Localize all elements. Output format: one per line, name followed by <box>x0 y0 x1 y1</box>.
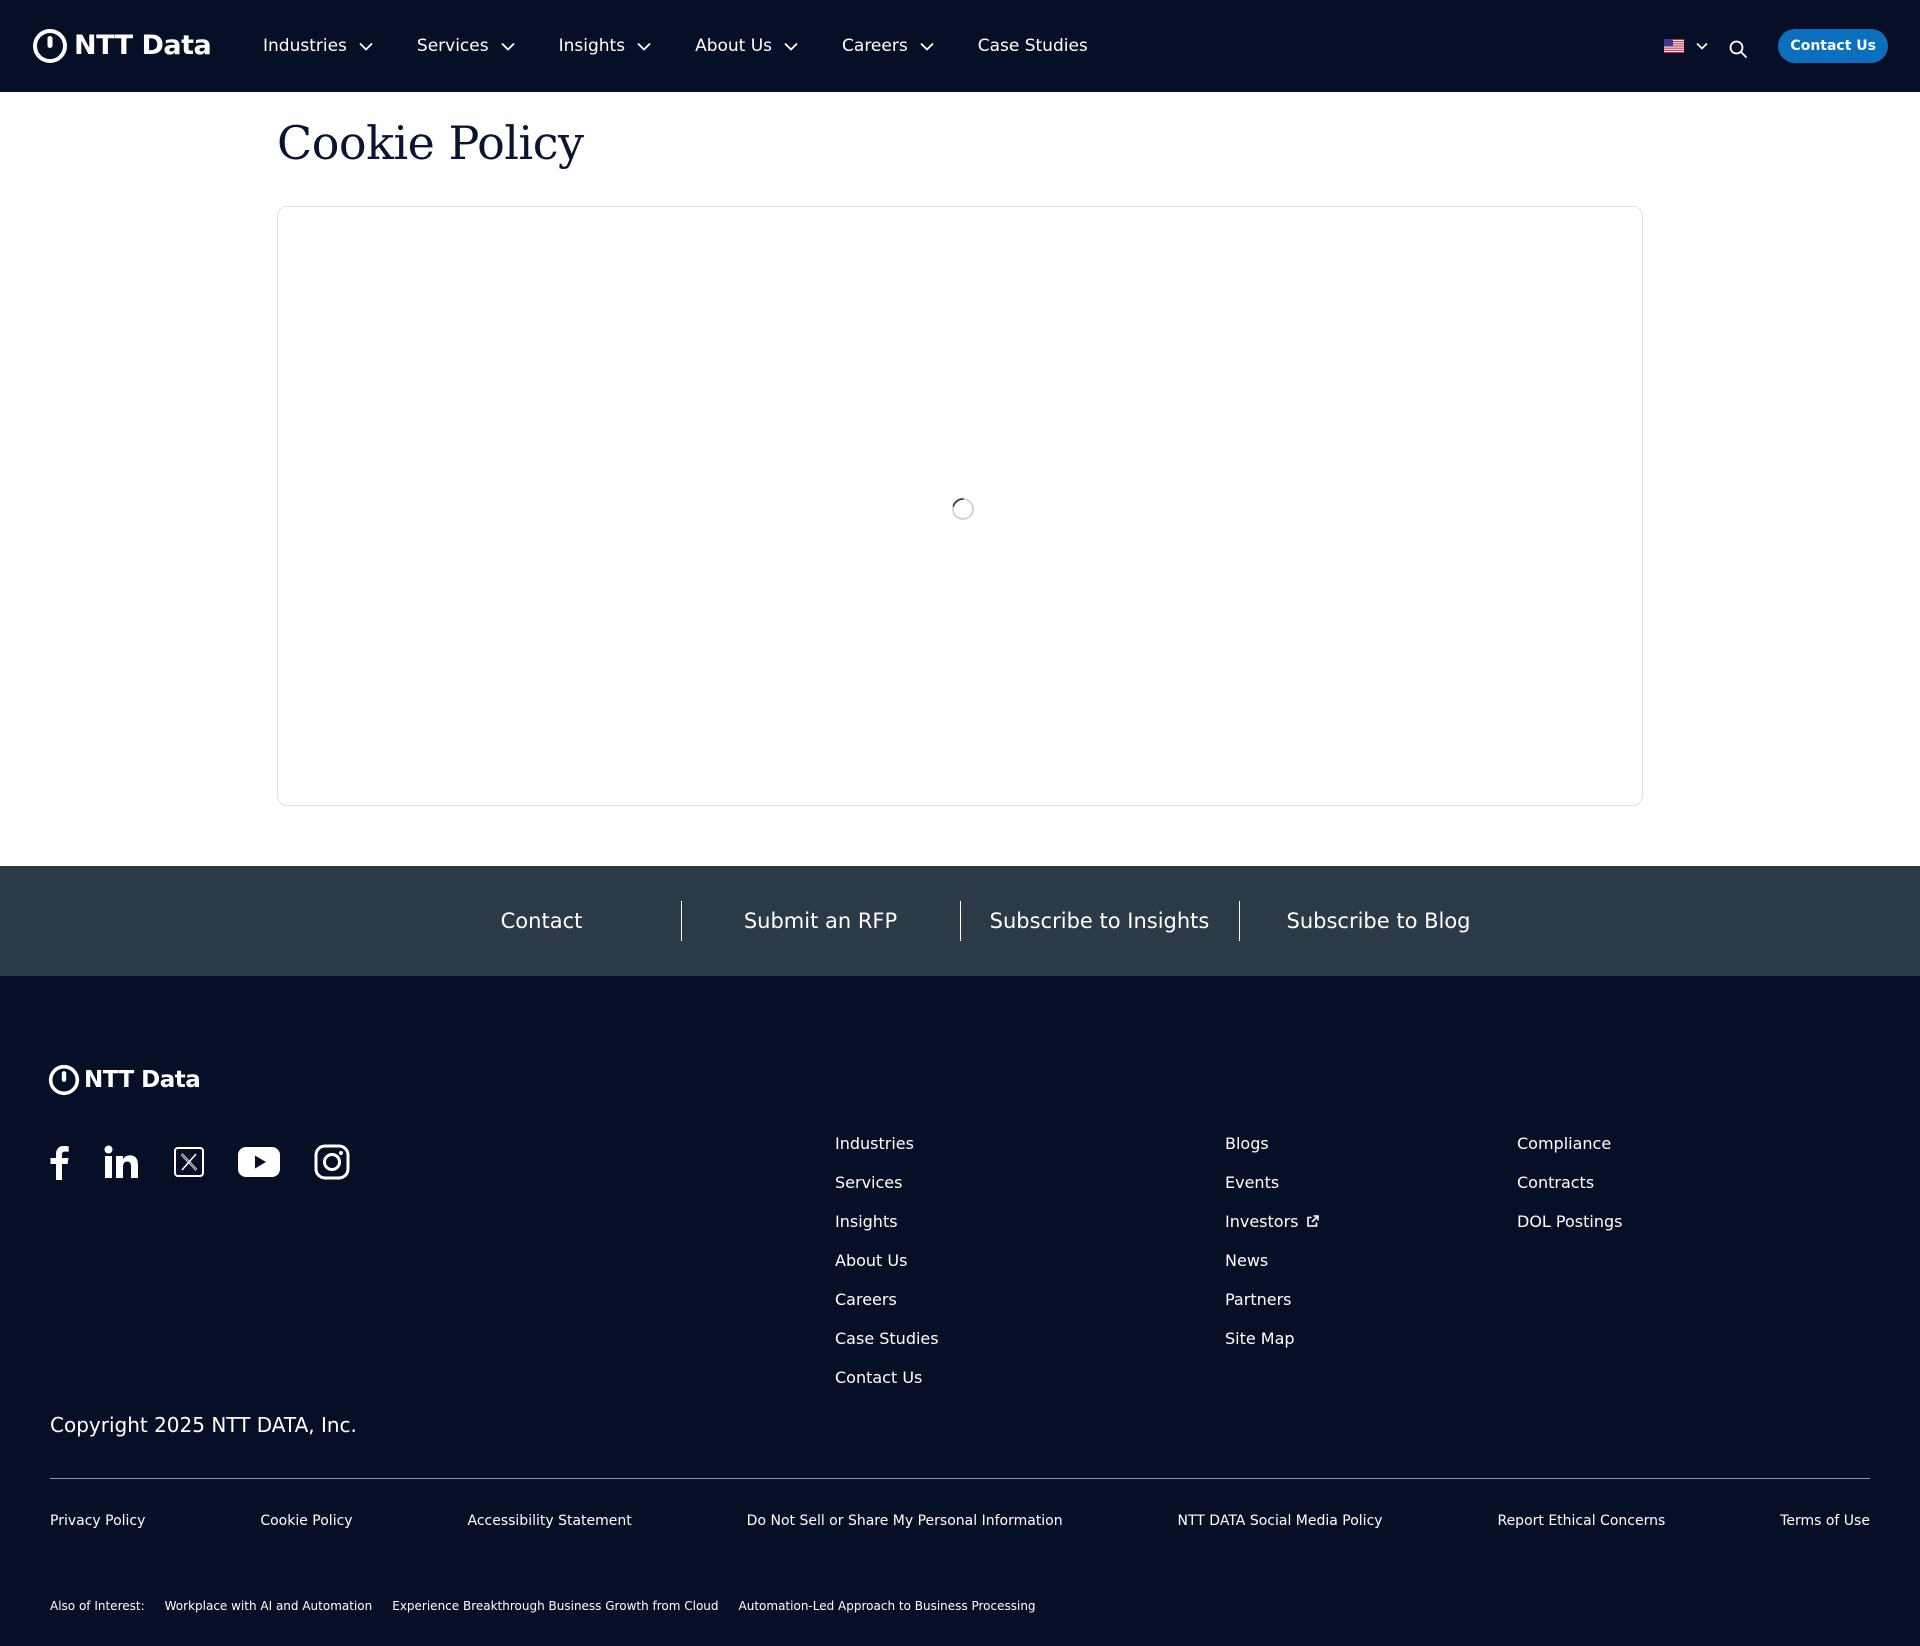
social-links <box>48 1144 384 1180</box>
logo-wordmark: NTT Data <box>84 1067 201 1093</box>
chevron-down-icon <box>637 42 651 51</box>
x-icon[interactable] <box>174 1147 204 1177</box>
linkedin-icon[interactable] <box>104 1145 140 1179</box>
legal-link-privacy-policy[interactable]: Privacy Policy <box>50 1513 145 1529</box>
nav-item-label: Industries <box>263 36 347 56</box>
logo-mark-icon <box>48 1064 80 1096</box>
youtube-icon[interactable] <box>238 1147 280 1177</box>
cookie-policy-embed <box>277 206 1643 806</box>
cta-contact-link[interactable]: Contact <box>403 901 681 941</box>
copyright-text: Copyright 2025 NTT DATA, Inc. <box>50 1413 357 1437</box>
footer-column-resources: Blogs Events Investors News Partners Sit… <box>1225 1124 1320 1358</box>
cta-subscribe-blog-link[interactable]: Subscribe to Blog <box>1240 901 1518 941</box>
nav-item-industries[interactable]: Industries <box>263 36 373 56</box>
nav-item-label: Services <box>416 36 489 56</box>
also-of-interest-label: Also of Interest: <box>50 1599 145 1613</box>
cta-subscribe-insights-link[interactable]: Subscribe to Insights <box>961 901 1239 941</box>
cta-submit-rfp-link[interactable]: Submit an RFP <box>682 901 960 941</box>
site-footer: NTT Data Industries Services Insights Ab… <box>0 976 1920 1646</box>
footer-link-case-studies[interactable]: Case Studies <box>835 1319 939 1358</box>
footer-link-insights[interactable]: Insights <box>835 1202 939 1241</box>
loading-spinner-icon <box>952 498 974 520</box>
nav-item-services[interactable]: Services <box>417 36 515 56</box>
chevron-down-icon <box>500 42 515 51</box>
legal-link-cookie-policy[interactable]: Cookie Policy <box>260 1513 352 1529</box>
footer-link-about-us[interactable]: About Us <box>835 1241 939 1280</box>
chevron-down-icon <box>1696 42 1708 50</box>
interest-link[interactable]: Automation-Led Approach to Business Proc… <box>739 1599 1036 1613</box>
legal-links: Privacy Policy Cookie Policy Accessibili… <box>50 1513 1870 1529</box>
footer-link-industries[interactable]: Industries <box>835 1124 939 1163</box>
footer-link-blogs[interactable]: Blogs <box>1225 1124 1319 1163</box>
legal-link-do-not-sell[interactable]: Do Not Sell or Share My Personal Informa… <box>747 1513 1063 1529</box>
logo-mark-icon <box>33 29 67 63</box>
nav-item-about-us[interactable]: About Us <box>695 36 798 56</box>
footer-link-contracts[interactable]: Contracts <box>1517 1163 1622 1202</box>
facebook-icon[interactable] <box>48 1144 70 1180</box>
nav-item-label: Case Studies <box>977 36 1088 56</box>
nav-item-label: Careers <box>842 36 908 56</box>
chevron-down-icon <box>784 42 798 51</box>
footer-link-dol-postings[interactable]: DOL Postings <box>1517 1202 1622 1241</box>
nav-item-insights[interactable]: Insights <box>559 36 651 56</box>
main-nav: Industries Services Insights About Us Ca… <box>263 0 1132 92</box>
footer-link-services[interactable]: Services <box>835 1163 939 1202</box>
footer-link-partners[interactable]: Partners <box>1225 1280 1319 1319</box>
search-icon[interactable] <box>1728 39 1748 59</box>
header-actions: Contact Us <box>1664 0 1888 92</box>
footer-logo[interactable]: NTT Data <box>48 1064 201 1096</box>
footer-column-compliance: Compliance Contracts DOL Postings <box>1517 1124 1622 1241</box>
also-of-interest: Also of Interest: Workplace with AI and … <box>50 1599 1056 1613</box>
legal-link-report-ethical-concerns[interactable]: Report Ethical Concerns <box>1497 1513 1665 1529</box>
footer-link-investors[interactable]: Investors <box>1225 1202 1320 1241</box>
site-header: NTT Data Industries Services Insights Ab… <box>0 0 1920 92</box>
page-title: Cookie Policy <box>277 116 584 170</box>
logo-wordmark: NTT Data <box>74 30 212 61</box>
footer-link-careers[interactable]: Careers <box>835 1280 939 1319</box>
legal-link-accessibility-statement[interactable]: Accessibility Statement <box>467 1513 631 1529</box>
legal-link-social-media-policy[interactable]: NTT DATA Social Media Policy <box>1178 1513 1383 1529</box>
interest-link[interactable]: Workplace with AI and Automation <box>165 1599 373 1613</box>
footer-link-contact-us[interactable]: Contact Us <box>835 1358 939 1397</box>
footer-link-site-map[interactable]: Site Map <box>1225 1319 1319 1358</box>
footer-link-events[interactable]: Events <box>1225 1163 1319 1202</box>
footer-link-label: Investors <box>1225 1212 1299 1231</box>
region-selector[interactable] <box>1664 39 1708 53</box>
legal-link-terms-of-use[interactable]: Terms of Use <box>1780 1513 1870 1529</box>
footer-column-company: Industries Services Insights About Us Ca… <box>835 1124 939 1397</box>
ntt-data-logo[interactable]: NTT Data <box>32 28 212 64</box>
contact-us-button[interactable]: Contact Us <box>1778 29 1888 63</box>
footer-divider <box>50 1478 1870 1479</box>
nav-item-careers[interactable]: Careers <box>842 36 934 56</box>
us-flag-icon <box>1664 39 1685 53</box>
nav-item-label: Insights <box>558 36 626 56</box>
chevron-down-icon <box>359 42 373 51</box>
cta-band: Contact Submit an RFP Subscribe to Insig… <box>0 866 1920 976</box>
nav-item-label: About Us <box>695 36 773 56</box>
instagram-icon[interactable] <box>314 1144 350 1180</box>
nav-item-case-studies[interactable]: Case Studies <box>978 36 1088 56</box>
external-link-icon <box>1307 1215 1320 1227</box>
chevron-down-icon <box>920 42 934 51</box>
footer-link-compliance[interactable]: Compliance <box>1517 1124 1622 1163</box>
interest-link[interactable]: Experience Breakthrough Business Growth … <box>392 1599 718 1613</box>
footer-link-news[interactable]: News <box>1225 1241 1319 1280</box>
